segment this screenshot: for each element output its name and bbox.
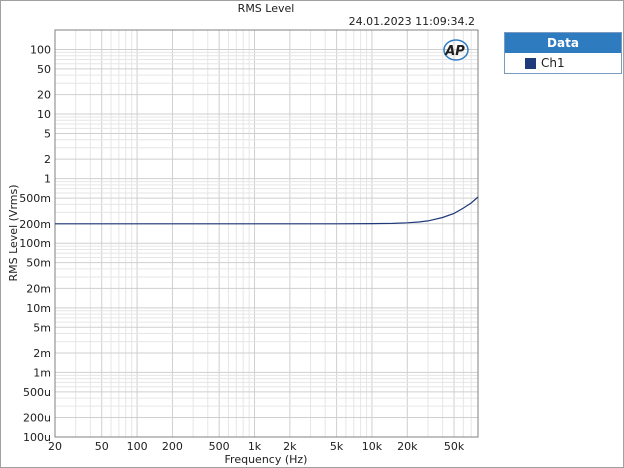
- legend-swatch: [525, 57, 536, 69]
- y-tick-label: 20: [37, 89, 51, 102]
- y-tick-label: 500u: [23, 386, 51, 399]
- x-tick-label: 1k: [248, 440, 262, 453]
- y-tick-label: 10m: [26, 302, 51, 315]
- legend-entry-ch1[interactable]: Ch1: [505, 53, 621, 73]
- y-tick-label: 100u: [23, 431, 51, 444]
- chart-frame: 20 50 100 200 500 1k 2k 5k 10k 20k 50k 100 50 20 10 5 2 1…: [0, 0, 624, 468]
- ap-logo-text: AP: [444, 44, 465, 59]
- x-tick-label: 100: [127, 440, 148, 453]
- y-tick-label: 1m: [33, 366, 51, 379]
- x-tick-label: 500: [209, 440, 230, 453]
- y-tick-label: 5m: [33, 321, 51, 334]
- y-tick-label: 200m: [19, 218, 51, 231]
- x-axis-label: Frequency (Hz): [225, 453, 308, 466]
- x-tick-label: 200: [162, 440, 183, 453]
- x-tick-label: 50: [95, 440, 109, 453]
- legend: Data Ch1: [504, 32, 622, 74]
- chart-timestamp: 24.01.2023 11:09:34.2: [349, 15, 475, 28]
- x-tick-label: 50k: [444, 440, 465, 453]
- y-tick-label: 500m: [19, 192, 51, 205]
- y-tick-label: 5: [44, 127, 51, 140]
- y-tick-label: 50m: [26, 257, 51, 270]
- y-tick-label: 100: [30, 43, 51, 56]
- y-tick-label: 100m: [19, 237, 51, 250]
- y-axis-label: RMS Level (Vrms): [7, 184, 20, 281]
- y-tick-label: 1: [44, 173, 51, 186]
- y-tick-label: 10: [37, 108, 51, 121]
- y-tick-label: 200u: [23, 412, 51, 425]
- x-tick-label: 20k: [397, 440, 418, 453]
- x-tick-label: 2k: [283, 440, 297, 453]
- x-tick-label: 5k: [330, 440, 344, 453]
- y-tick-label: 2: [44, 153, 51, 166]
- chart-title: RMS Level: [238, 2, 295, 15]
- y-tick-label: 20m: [26, 282, 51, 295]
- y-tick-label: 2m: [33, 347, 51, 360]
- legend-title: Data: [505, 33, 621, 53]
- legend-label: Ch1: [541, 56, 565, 70]
- x-tick-label: 10k: [362, 440, 383, 453]
- y-tick-label: 50: [37, 63, 51, 76]
